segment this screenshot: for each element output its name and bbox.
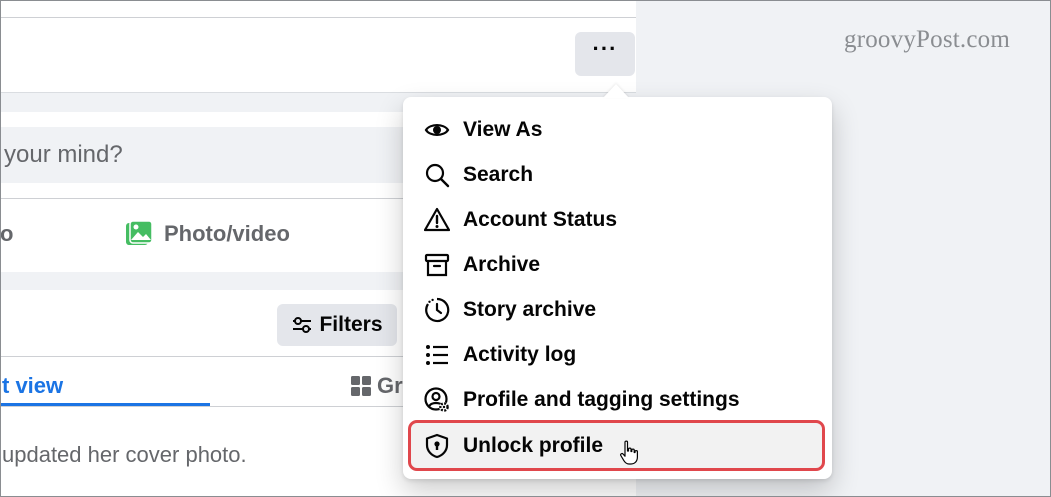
grid-icon — [351, 376, 371, 396]
photo-video-action[interactable]: Photo/video — [124, 212, 290, 256]
post-snippet-text: updated her cover photo. — [2, 442, 247, 467]
menu-item-profile-tagging-settings[interactable]: Profile and tagging settings — [411, 377, 824, 422]
tab-list-view[interactable]: t view — [0, 366, 63, 406]
live-video-label: o — [0, 221, 14, 246]
list-icon — [423, 341, 451, 369]
warning-icon — [423, 206, 451, 234]
search-icon — [423, 161, 451, 189]
more-options-label: ··· — [592, 36, 618, 61]
eye-icon — [423, 116, 451, 144]
menu-item-label: Activity log — [463, 342, 577, 366]
menu-item-label: Profile and tagging settings — [463, 387, 740, 411]
filters-button[interactable]: Filters — [277, 304, 397, 346]
menu-item-label: Search — [463, 162, 534, 186]
menu-item-label: Account Status — [463, 207, 618, 231]
watermark-text: groovyPost.com — [844, 26, 1010, 53]
archive-box-icon — [423, 251, 451, 279]
menu-item-unlock-profile[interactable]: Unlock profile — [408, 420, 825, 471]
header-divider — [0, 17, 636, 18]
filters-icon — [293, 317, 312, 333]
menu-item-search[interactable]: Search — [411, 152, 824, 197]
live-video-action[interactable]: o — [0, 212, 13, 256]
menu-item-story-archive[interactable]: Story archive — [411, 287, 824, 332]
menu-item-label: Unlock profile — [463, 433, 604, 457]
menu-item-view-as[interactable]: View As — [411, 107, 824, 152]
menu-item-activity-log[interactable]: Activity log — [411, 332, 824, 377]
more-options-button[interactable]: ··· — [575, 32, 635, 76]
profile-options-menu: View As Search Account Status Archive St… — [403, 97, 832, 479]
user-gear-icon — [423, 386, 451, 414]
menu-item-account-status[interactable]: Account Status — [411, 197, 824, 242]
tab-grid-view[interactable]: Gri — [350, 366, 409, 406]
menu-item-label: Archive — [463, 252, 541, 276]
menu-caret — [603, 84, 629, 98]
filters-label: Filters — [319, 313, 383, 336]
hand-pointer-cursor — [620, 440, 638, 465]
menu-item-label: Story archive — [463, 297, 597, 321]
photo-video-label: Photo/video — [164, 221, 290, 246]
photo-video-icon — [126, 220, 153, 245]
clock-history-icon — [423, 296, 451, 324]
shield-lock-icon — [423, 432, 451, 460]
menu-item-archive[interactable]: Archive — [411, 242, 824, 287]
menu-item-label: View As — [463, 117, 543, 141]
